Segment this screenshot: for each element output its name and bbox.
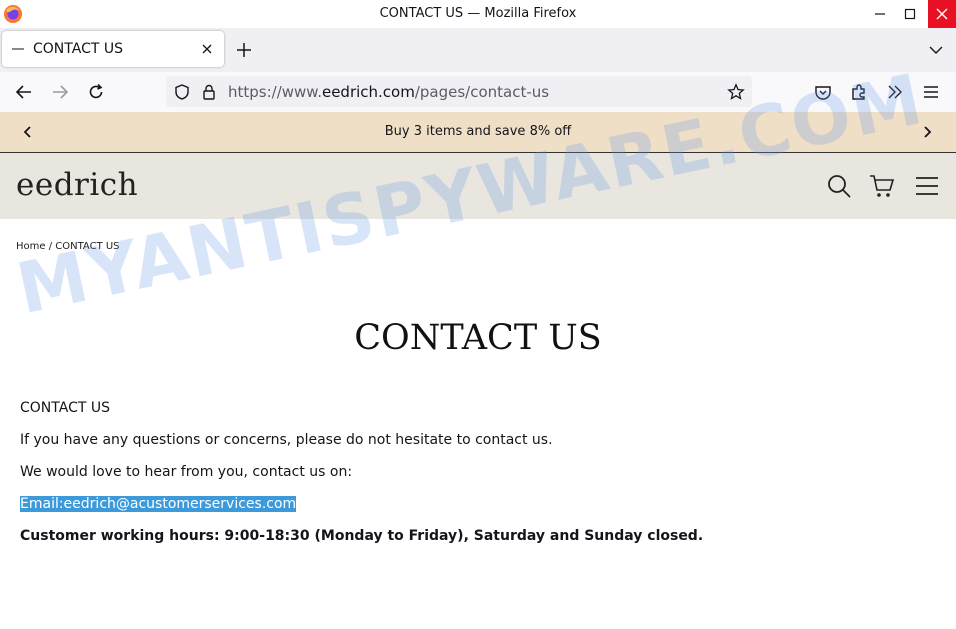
url-domain: eedrich.com (321, 83, 415, 101)
site-logo[interactable]: eedrich (16, 167, 138, 203)
contact-content: CONTACT US If you have any questions or … (20, 399, 920, 559)
breadcrumb[interactable]: Home / CONTACT US (16, 241, 120, 252)
maximize-button[interactable] (896, 0, 924, 28)
back-arrow-icon[interactable] (14, 82, 34, 102)
list-all-tabs-chevron-icon[interactable] (928, 42, 944, 58)
minimize-icon (875, 13, 885, 15)
page-title: CONTACT US (354, 318, 602, 358)
tab-bar: CONTACT US (0, 28, 956, 72)
content-paragraph-2: We would love to hear from you, contact … (20, 464, 353, 480)
cart-icon[interactable] (869, 173, 895, 199)
app-menu-hamburger-icon[interactable] (921, 82, 941, 102)
window-titlebar: CONTACT US — Mozilla Firefox (0, 0, 956, 28)
url-prefix: https://www. (228, 83, 322, 101)
close-icon (936, 8, 948, 20)
forward-arrow-icon[interactable] (50, 82, 70, 102)
lock-icon[interactable] (200, 83, 218, 101)
minimize-button[interactable] (866, 0, 894, 28)
overflow-chevrons-icon[interactable] (885, 82, 905, 102)
extensions-puzzle-icon[interactable] (849, 82, 869, 102)
new-tab-plus-icon[interactable] (234, 40, 254, 60)
tab-contact-us[interactable]: CONTACT US (2, 31, 224, 67)
tab-label: CONTACT US (33, 41, 123, 57)
url-path: /pages/contact-us (414, 83, 550, 101)
reload-icon[interactable] (86, 82, 106, 102)
favicon-icon (12, 48, 24, 50)
content-paragraph-1: If you have any questions or concerns, p… (20, 432, 553, 448)
tab-close-icon[interactable] (200, 42, 214, 56)
email-line: Email:eedrich@acustomerservices.com (20, 495, 920, 513)
email-text-selected[interactable]: Email:eedrich@acustomerservices.com (20, 496, 297, 512)
pocket-icon[interactable] (813, 82, 833, 102)
search-icon[interactable] (826, 173, 852, 199)
announcement-text: Buy 3 items and save 8% off (384, 124, 572, 139)
maximize-icon (904, 8, 916, 20)
window-title: CONTACT US — Mozilla Firefox (379, 6, 577, 21)
site-header: eedrich (0, 153, 956, 219)
close-window-button[interactable] (928, 0, 956, 28)
bookmark-star-icon[interactable] (727, 83, 745, 101)
announcement-bar: Buy 3 items and save 8% off (0, 112, 956, 153)
menu-hamburger-icon[interactable] (914, 173, 940, 199)
working-hours: Customer working hours: 9:00-18:30 (Mond… (20, 528, 704, 544)
content-heading: CONTACT US (20, 400, 110, 416)
navigation-toolbar: https://www.eedrich.com/pages/contact-us (0, 72, 956, 113)
announcement-next-arrow-icon[interactable] (920, 125, 934, 139)
shield-icon[interactable] (173, 83, 191, 101)
url-text: https://www.eedrich.com/pages/contact-us (228, 83, 549, 101)
url-bar[interactable]: https://www.eedrich.com/pages/contact-us (166, 76, 752, 107)
